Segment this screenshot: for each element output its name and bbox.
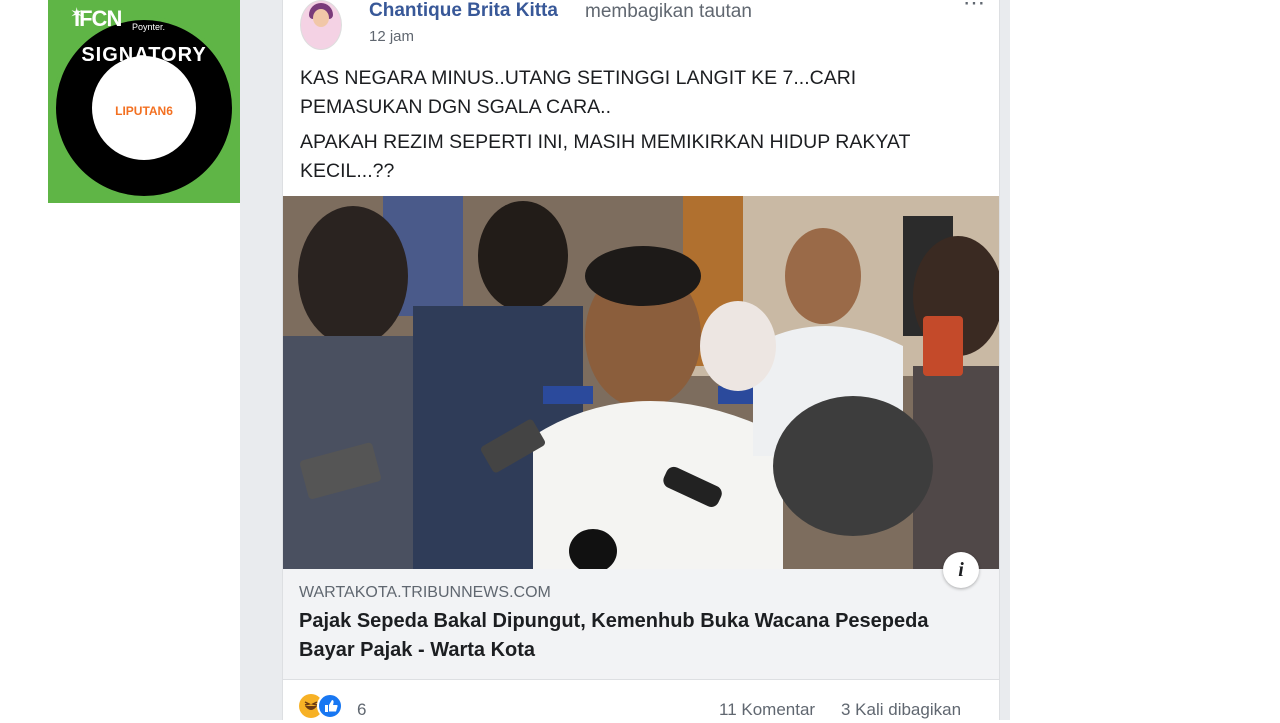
link-domain: WARTAKOTA.TRIBUNNEWS.COM [299, 584, 551, 601]
link-title[interactable]: Pajak Sepeda Bakal Dipungut, Kemenhub Bu… [299, 607, 959, 665]
info-icon[interactable]: i [943, 552, 979, 588]
author-avatar[interactable] [300, 0, 342, 50]
post-message-line: KAS NEGARA MINUS..UTANG SETINGGI LANGIT … [300, 67, 857, 118]
comments-count-link[interactable]: 11 Komentar [719, 700, 815, 720]
signatory-text: SIGNATORY [81, 44, 207, 66]
press-photo [283, 196, 999, 569]
avatar-face [313, 9, 329, 27]
facebook-post-card: Chantique Brita Kitta membagikan tautan … [282, 0, 1000, 720]
ifcn-signatory-badge: ✶ IFCN Poynter. SIGNATORY LIPUTAN6 [48, 0, 240, 203]
post-message-line: APAKAH REZIM SEPERTI INI, MASIH MEMIKIRK… [300, 131, 911, 182]
post-action-text: membagikan tautan [585, 1, 752, 22]
liputan6-logo: LIPUTAN6 [115, 104, 173, 118]
post-message: KAS NEGARA MINUS..UTANG SETINGGI LANGIT … [300, 64, 980, 192]
feed-background-right [1000, 0, 1010, 720]
shares-count-link[interactable]: 3 Kali dibagikan [841, 700, 961, 720]
link-preview-image[interactable] [283, 196, 999, 569]
reaction-count[interactable]: 6 [357, 700, 366, 720]
poynter-text: Poynter. [132, 22, 166, 32]
link-preview-box[interactable]: i WARTAKOTA.TRIBUNNEWS.COM Pajak Sepeda … [283, 552, 999, 680]
post-author-name[interactable]: Chantique Brita Kitta [369, 0, 558, 22]
feed-background-left [240, 0, 282, 720]
post-footer: 6 11 Komentar 3 Kali dibagikan [283, 690, 999, 720]
ifcn-logo-text: IFCN [74, 6, 122, 31]
like-reaction-icon [317, 693, 343, 719]
post-timestamp[interactable]: 12 jam [369, 28, 414, 45]
more-options-icon[interactable]: ⋯ [963, 0, 986, 16]
